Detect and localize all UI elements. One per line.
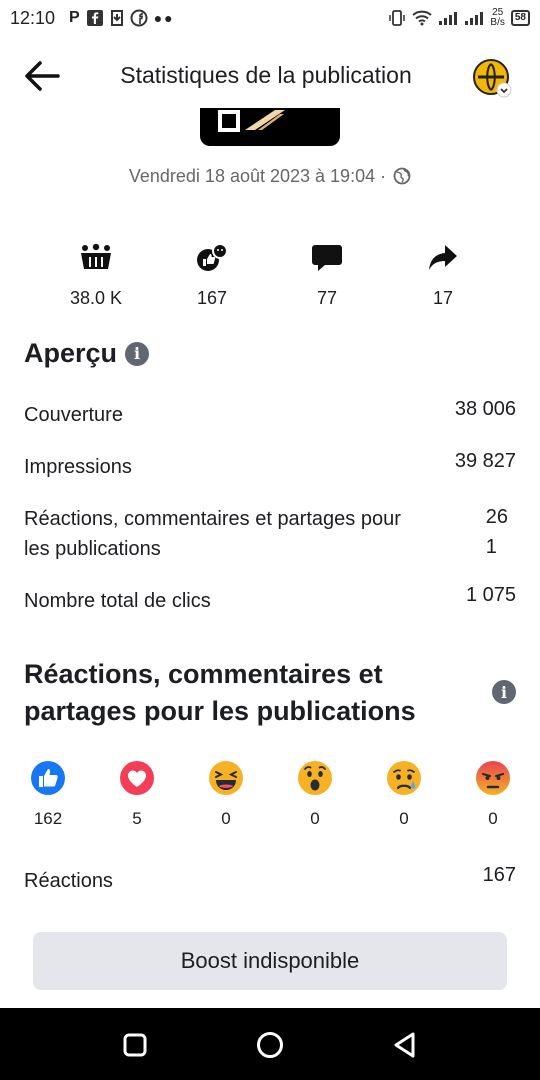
summary-shares-value: 17 [432,288,454,308]
metric-value: 167 [482,864,516,886]
metric-value: 26 1 [486,502,508,562]
metric-label: Nombre total de clics [24,590,211,612]
metric-label-line2: les publications [24,538,161,560]
summary-reach: 38.0 K [46,240,146,309]
metric-label-line1: Réactions, commentaires et partages pour [24,508,401,530]
reaction-count: 0 [310,809,320,828]
facebook-notification-icon [86,10,103,26]
reaction-haha: 0 [200,760,252,829]
post-thumbnail[interactable] [200,108,340,146]
summary-shares: 17 [393,240,493,309]
reaction-love: 5 [111,760,163,829]
haha-icon [209,761,243,795]
metric-value: 38 006 [454,398,516,420]
vibrate-icon [389,10,406,26]
download-notification-icon [110,10,123,26]
metric-label: Réactions [24,870,113,892]
reaction-count: 0 [488,809,498,828]
system-nav-bar [0,1008,540,1080]
notification-icons: P ●● [69,9,175,27]
like-icon [31,761,65,795]
metric-label: Couverture [24,404,123,426]
reaction-angry: 0 [467,760,519,829]
overview-heading: Aperçu i [24,338,150,369]
metric-row-engagement: Réactions, commentaires et partages pour… [24,506,516,568]
metric-label: Réactions, commentaires et partages pour… [24,504,401,564]
network-speed-unit: B/s [490,17,505,28]
back-nav-icon[interactable] [390,1030,420,1060]
angry-icon [476,761,510,795]
network-speed: 25 B/s [490,8,504,28]
page-title: Statistiques de la publication [120,62,412,88]
battery-indicator: 58 [510,10,530,26]
summary-comments-value: 77 [316,288,338,308]
info-icon[interactable]: i [125,341,150,366]
summary-stats: 38.0 K 167 77 17 [40,240,500,320]
comment-icon [312,245,342,271]
profile-avatar-icon[interactable] [472,58,512,98]
status-time: 12:10 [10,7,56,28]
app-header: Statistiques de la publication [0,44,540,108]
p-notification-icon: P [69,9,80,26]
overview-title: Aperçu [24,338,118,368]
reactions-breakdown: 162 5 0 0 0 0 [22,760,522,830]
reactions-heading-line1: Réactions, commentaires et [24,659,383,689]
metric-value: 1 075 [465,584,516,606]
metric-value-line2: 1 [485,536,497,558]
system-icons: 25 B/s 58 [388,8,530,28]
boost-button[interactable]: Boost indisponible [33,932,507,990]
reactions-icon [197,243,228,271]
reaction-count: 0 [399,809,409,828]
sad-icon [387,761,421,795]
share-icon [429,245,457,270]
recent-apps-icon[interactable] [120,1030,150,1060]
wow-icon [298,761,332,795]
metric-value-line1: 26 [485,506,508,528]
signal-2-icon [465,12,484,25]
summary-comments: 77 [277,240,377,309]
metric-label: Impressions [24,456,132,478]
wifi-icon [412,10,433,26]
reactions-heading-line2: partages pour les publications [24,696,416,726]
globe-icon [393,167,411,185]
post-date-text: Vendredi 18 août 2023 à 19:04 · [128,166,387,186]
reaction-count: 162 [33,809,63,828]
info-icon[interactable]: i [492,680,516,704]
reaction-count: 5 [132,809,142,828]
reaction-sad: 0 [378,760,430,829]
summary-reactions: 167 [162,240,262,309]
summary-reactions-value: 167 [196,288,228,308]
reactions-heading: Réactions, commentaires et partages pour… [24,656,464,730]
more-notifications-icon: ●● [153,10,175,26]
metric-value: 39 827 [454,450,516,472]
home-icon[interactable] [255,1030,285,1060]
signal-1-icon [439,12,458,25]
love-icon [120,761,154,795]
messenger-notification-icon [130,9,148,27]
summary-reach-value: 38.0 K [69,288,123,308]
reaction-count: 0 [221,809,231,828]
post-date: Vendredi 18 août 2023 à 19:04 · [0,166,540,187]
reach-icon [81,243,111,269]
reaction-like: 162 [22,760,74,829]
thumbnail-image [218,110,285,132]
status-bar: 12:10 P ●● 25 B/s 58 [0,0,540,36]
reaction-wow: 0 [289,760,341,829]
